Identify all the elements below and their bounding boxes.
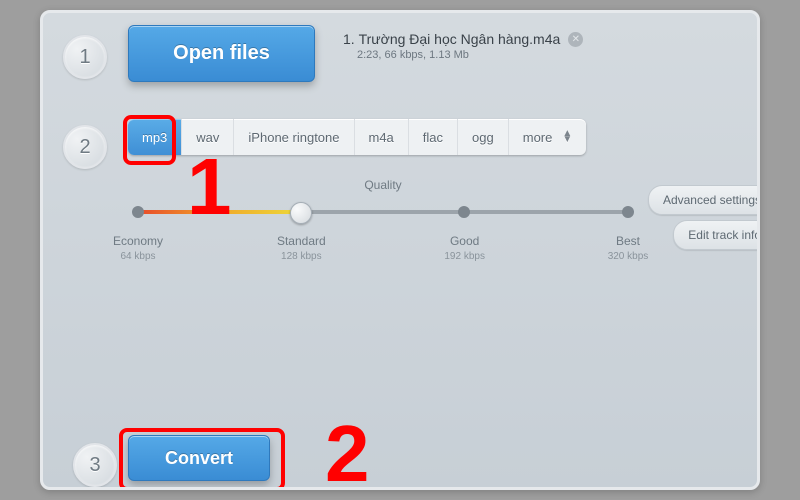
step-badge-2: 2: [63, 125, 107, 169]
tick-economy: Economy64 kbps: [103, 234, 173, 264]
tick-standard: Standard128 kbps: [266, 234, 336, 264]
format-tabs: mp3 wav iPhone ringtone m4a flac ogg mor…: [128, 119, 586, 155]
slider-fill: [138, 210, 300, 214]
tab-ogg[interactable]: ogg: [458, 119, 509, 155]
advanced-settings-button[interactable]: Advanced settings: [648, 185, 760, 215]
tab-more[interactable]: more ▲▼: [509, 119, 587, 155]
quality-title: Quality: [138, 178, 628, 192]
convert-button[interactable]: Convert: [128, 435, 270, 481]
file-meta: 2:23, 66 kbps, 1.13 Mb: [357, 49, 583, 61]
tab-flac[interactable]: flac: [409, 119, 458, 155]
tick-good: Good192 kbps: [430, 234, 500, 264]
file-entry: 1. Trường Đại học Ngân hàng.m4a ✕ 2:23, …: [343, 31, 583, 61]
edit-track-info-button[interactable]: Edit track info: [673, 220, 760, 250]
tab-iphone-ringtone[interactable]: iPhone ringtone: [234, 119, 354, 155]
remove-file-icon[interactable]: ✕: [568, 32, 583, 47]
tab-mp3[interactable]: mp3: [128, 119, 182, 155]
quality-tick-row: Economy64 kbps Standard128 kbps Good192 …: [138, 234, 628, 264]
tab-wav[interactable]: wav: [182, 119, 234, 155]
step-badge-3: 3: [73, 443, 117, 487]
quality-slider[interactable]: [138, 202, 628, 222]
slider-stop: [132, 206, 144, 218]
annotation-number-2: 2: [325, 408, 370, 490]
open-files-button[interactable]: Open files: [128, 25, 315, 82]
tick-best: Best320 kbps: [593, 234, 663, 264]
step-badge-1: 1: [63, 35, 107, 79]
file-index: 1.: [343, 31, 355, 47]
slider-stop: [622, 206, 634, 218]
file-name: Trường Đại học Ngân hàng.m4a: [359, 31, 561, 47]
slider-thumb[interactable]: [290, 202, 312, 224]
app-panel: 1 2 3 Open files 1. Trường Đại học Ngân …: [40, 10, 760, 490]
quality-section: Quality Economy64 kbps Standard128 kbps …: [138, 178, 628, 264]
chevron-up-down-icon: ▲▼: [562, 131, 572, 143]
tab-more-label: more: [523, 130, 553, 145]
slider-stop: [458, 206, 470, 218]
tab-m4a[interactable]: m4a: [355, 119, 409, 155]
